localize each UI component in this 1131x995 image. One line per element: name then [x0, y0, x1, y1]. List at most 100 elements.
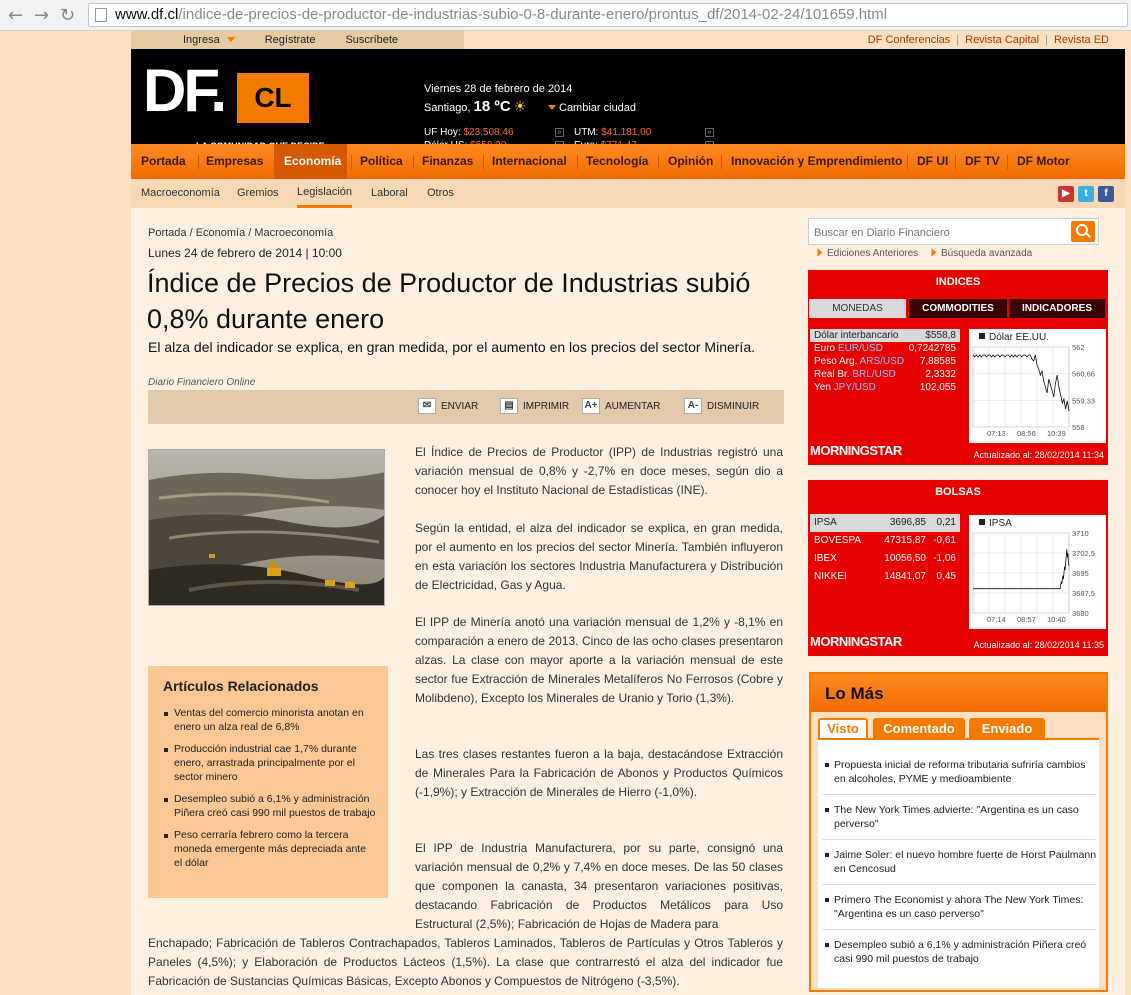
utm-more-icon[interactable]: »: [705, 128, 714, 137]
search-icon[interactable]: [1071, 221, 1095, 242]
register-link[interactable]: Regístrate: [265, 34, 316, 46]
related-item[interactable]: Peso cerraría febrero como la tercera mo…: [162, 828, 376, 870]
table-row[interactable]: IPSA 3696,85 0,21: [810, 514, 960, 532]
index-name: BOVESPA: [814, 535, 862, 546]
rate-value: $558,8: [925, 330, 956, 341]
nav-tecnologia[interactable]: Tecnología: [586, 144, 648, 179]
article-subtitle: El alza del indicador se explica, en gra…: [148, 339, 755, 355]
busqueda-avanzada-link[interactable]: Búsqueda avanzada: [930, 248, 1032, 259]
divider: [822, 794, 1096, 795]
search-box: [808, 218, 1099, 245]
weather: Santiago, 18 ºC ☀: [424, 98, 526, 115]
city-name: Santiago,: [424, 102, 471, 114]
publication-links: DF Conferencias | Revista Capital | Revista …: [868, 31, 1109, 49]
list-item[interactable]: Desempleo subió a 6,1% y administración …: [822, 938, 1098, 966]
tab-enviado[interactable]: Enviado: [969, 718, 1045, 739]
df-logo[interactable]: DF. CL: [143, 61, 309, 123]
print-button[interactable]: ▤ IMPRIMIR: [500, 398, 569, 416]
tab-comentado[interactable]: Comentado: [873, 718, 965, 739]
related-item[interactable]: Desempleo subió a 6,1% y administración …: [162, 792, 376, 820]
separator: [351, 155, 352, 169]
decrease-font-button[interactable]: A- DISMINUIR: [684, 398, 759, 416]
tab-visto[interactable]: Visto: [818, 718, 868, 739]
uf-more-icon[interactable]: »: [555, 128, 564, 137]
divider: [822, 839, 1096, 840]
nav-df-tv[interactable]: DF TV: [965, 144, 1000, 179]
table-row[interactable]: Euro EUR/USD 0,7242785: [810, 342, 960, 355]
reload-icon[interactable]: ↻: [60, 5, 75, 26]
article-paragraph: Según la entidad, el alza del indicador …: [415, 521, 783, 592]
tab-monedas[interactable]: MONEDAS: [809, 299, 906, 318]
send-button[interactable]: ✉ ENVIAR: [418, 398, 478, 416]
list-item[interactable]: The New York Times advierte: "Argentina …: [822, 803, 1098, 831]
nav-finanzas[interactable]: Finanzas: [422, 144, 473, 179]
table-row[interactable]: BOVESPA 47315,87 -0,61: [810, 532, 960, 550]
forward-arrow-icon[interactable]: →: [34, 5, 49, 26]
table-row[interactable]: Dólar interbancario $558,8: [810, 329, 960, 342]
breadcrumb[interactable]: Portada / Economía / Macroeconomía: [148, 227, 333, 239]
ipsa-x-tick: 07:14: [987, 615, 1006, 624]
ipsa-y-tick: 3710: [1072, 529, 1089, 538]
nav-economia[interactable]: Economía: [274, 144, 347, 179]
utm-value: $41.181,00: [601, 127, 652, 138]
subnav-otros[interactable]: Otros: [427, 179, 454, 208]
dolar-x-tick: 08:56: [1017, 429, 1036, 438]
list-item[interactable]: Propuesta inicial de reforma tributaria …: [822, 758, 1098, 786]
nav-empresas[interactable]: Empresas: [206, 144, 263, 179]
ediciones-anteriores-link[interactable]: Ediciones Anteriores: [816, 248, 918, 259]
article-photo[interactable]: [148, 449, 385, 606]
df-conferencias-link[interactable]: DF Conferencias: [868, 34, 951, 46]
nav-innovacion[interactable]: Innovación y Emprendimiento: [731, 144, 902, 179]
login-link[interactable]: Ingresa: [157, 34, 235, 46]
nav-internacional[interactable]: Internacional: [492, 144, 567, 179]
related-item[interactable]: Ventas del comercio minorista anotan en …: [162, 706, 376, 734]
facebook-icon[interactable]: f: [1098, 186, 1114, 202]
increase-font-button[interactable]: A+ AUMENTAR: [582, 398, 660, 416]
separator: [721, 155, 722, 169]
bolsas-widget: BOLSAS IPSA 3696,85 0,21 BOVESPA 47315,87 -0…: [808, 480, 1108, 656]
nav-df-ui[interactable]: DF UI: [917, 144, 948, 179]
index-value: 47315,87: [884, 535, 926, 546]
index-name: IPSA: [814, 517, 837, 528]
table-row[interactable]: IBEX 10056,50 -1,06: [810, 550, 960, 568]
table-row[interactable]: NIKKEI 14841,07 0,45: [810, 568, 960, 586]
nav-df-motor[interactable]: DF Motor: [1017, 144, 1070, 179]
tab-indicadores[interactable]: INDICADORES: [1009, 299, 1105, 318]
nav-portada[interactable]: Portada: [141, 144, 186, 179]
revista-ed-link[interactable]: Revista ED: [1054, 34, 1109, 46]
table-row[interactable]: Real Br. BRL/USD 2,3332: [810, 368, 960, 381]
tab-commodities[interactable]: COMMODITIES: [909, 299, 1007, 318]
back-arrow-icon[interactable]: ←: [8, 5, 23, 26]
stock-table: IPSA 3696,85 0,21 BOVESPA 47315,87 -0,61 IBE…: [810, 514, 960, 586]
subnav-legislacion[interactable]: Legislación: [297, 179, 353, 208]
index-value: 3696,85: [889, 517, 926, 528]
table-row[interactable]: Peso Arg. ARS/USD 7,88585: [810, 355, 960, 368]
ipsa-x-tick: 08:57: [1017, 615, 1036, 624]
table-row[interactable]: Yen JPY/USD 102,055: [810, 381, 960, 394]
index-name: NIKKEI: [814, 571, 847, 582]
index-change: -1,06: [933, 553, 956, 564]
address-bar[interactable]: www.df.cl/indice-de-precios-de-productor…: [88, 3, 1128, 27]
masthead: DF. CL LA COMUNIDAD QUE DECIDE Viernes 2…: [131, 49, 1125, 151]
revista-capital-link[interactable]: Revista Capital: [965, 34, 1039, 46]
list-item[interactable]: Primero The Economist y ahora The New Yo…: [822, 893, 1098, 921]
youtube-icon[interactable]: ▶: [1058, 186, 1074, 202]
change-city-link[interactable]: Cambiar ciudad: [548, 102, 636, 114]
sun-icon: ☀: [513, 98, 527, 114]
related-item[interactable]: Producción industrial cae 1,7% durante e…: [162, 742, 376, 784]
subnav-laboral[interactable]: Laboral: [371, 179, 408, 208]
nav-politica[interactable]: Política: [360, 144, 403, 179]
dolar-y-tick: 559,33: [1072, 396, 1095, 405]
page-icon: [95, 8, 107, 22]
print-label: IMPRIMIR: [523, 401, 570, 412]
subscribe-link[interactable]: Suscríbete: [345, 34, 398, 46]
nav-opinion[interactable]: Opinión: [668, 144, 713, 179]
dolar-y-tick: 562: [1072, 343, 1085, 352]
subnav-macroeconomia[interactable]: Macroeconomía: [141, 179, 220, 208]
search-input[interactable]: [814, 224, 1064, 241]
decrease-label: DISMINUIR: [707, 401, 760, 412]
article-paragraph: Las tres clases restantes fueron a la ba…: [415, 747, 783, 799]
list-item[interactable]: Jaime Soler: el nuevo hombre fuerte de H…: [822, 848, 1098, 876]
twitter-icon[interactable]: t: [1078, 186, 1094, 202]
subnav-gremios[interactable]: Gremios: [237, 179, 279, 208]
